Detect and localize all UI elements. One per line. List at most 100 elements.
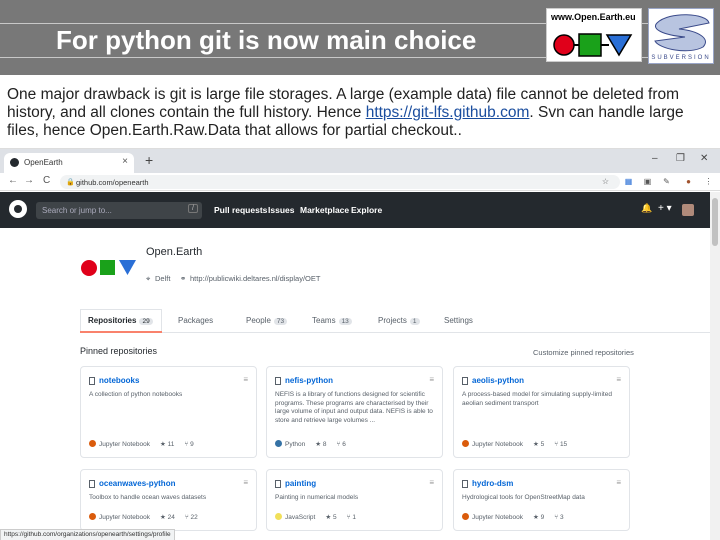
menu-icon[interactable]: ⋮ [703,176,714,187]
org-name: Open.Earth [146,246,203,258]
repo-footer: JavaScript ★ 5 ⑂ 1 [275,513,356,521]
language-dot [462,513,469,520]
star-icon[interactable]: ☆ [600,176,611,187]
tab-teams[interactable]: Teams 13 [312,316,352,325]
tab-settings[interactable]: Settings [444,316,473,325]
page-scrollbar[interactable] [710,192,720,540]
repo-footer: Jupyter Notebook ★ 11 ⑂ 9 [89,440,194,448]
gif-icon[interactable]: ▣ [642,176,653,187]
tab-close-icon[interactable]: × [122,156,128,167]
tab-settings-label: Settings [444,316,473,325]
lock-icon: 🔒 [66,179,75,186]
close-window-icon[interactable]: ✕ [700,153,708,164]
tab-packages[interactable]: Packages [178,316,213,325]
nav-marketplace[interactable]: Marketplace [300,205,349,215]
org-website-link[interactable]: http://publicwiki.deltares.nl/display/OE… [190,274,320,283]
repo-description: Hydrological tools for OpenStreetMap dat… [462,494,585,501]
repo-description: NEFIS is a library of functions designed… [275,391,433,424]
back-icon[interactable]: ← [8,175,18,186]
selected-tab-underline [80,331,162,333]
git-lfs-link[interactable]: https://git-lfs.github.com [366,104,530,121]
star-icon: ★ [532,514,541,521]
tab-projects[interactable]: Projects 1 [378,316,420,325]
subversion-logo-shape [654,14,710,52]
tab-projects-count: 1 [409,318,420,325]
drag-handle-icon[interactable]: ≡ [243,478,248,487]
repo-language: Jupyter Notebook [99,514,150,521]
tab-teams-label: Teams [312,316,336,325]
repo-icon [275,377,281,385]
repo-forks: 9 [190,441,194,448]
repo-footer: Jupyter Notebook ★ 9 ⑂ 3 [462,513,564,521]
intro-paragraph: One major drawback is git is large file … [7,86,707,140]
language-dot [89,513,96,520]
repo-card-oceanwaves-python[interactable]: oceanwaves-python ≡ Toolbox to handle oc… [80,469,257,531]
github-search-input[interactable]: Search or jump to... / [36,202,202,219]
repo-card-nefis-python[interactable]: nefis-python ≡ NEFIS is a library of fun… [266,366,443,458]
bell-icon[interactable]: 🔔 [641,203,652,214]
browser-window: OpenEarth × + – ❐ ✕ ← → C 🔒 github.com/o… [0,148,720,540]
openearth-logo: www.Open.Earth.eu [546,8,642,62]
repo-card-aeolis-python[interactable]: aeolis-python ≡ A process-based model fo… [453,366,630,458]
repo-description: Toolbox to handle ocean waves datasets [89,494,207,501]
search-placeholder: Search or jump to... [42,206,112,215]
tab-people[interactable]: People 73 [246,316,288,325]
tab-repositories-count: 29 [139,318,153,325]
repo-forks: 1 [352,514,356,521]
pencil-icon[interactable]: ✎ [661,176,672,187]
tab-packages-label: Packages [178,316,214,325]
drag-handle-icon[interactable]: ≡ [429,478,434,487]
repo-card-notebooks[interactable]: notebooks ≡ A collection of python noteb… [80,366,257,458]
repo-stars: 24 [167,514,175,521]
tab-teams-count: 13 [338,318,352,325]
browser-tab-openearth[interactable]: OpenEarth × [4,153,134,173]
create-new-icon[interactable]: + ▾ [658,203,672,214]
pinned-repositories-title: Pinned repositories [80,346,158,356]
user-avatar[interactable] [682,204,694,216]
repo-stars: 8 [322,441,327,448]
repo-language: Jupyter Notebook [472,514,523,521]
repo-card-painting[interactable]: painting ≡ Painting in numerical models … [266,469,443,531]
repo-description: A collection of python notebooks [89,391,183,398]
status-bar-url: https://github.com/organizations/openear… [0,529,175,540]
org-avatar-shapes [81,260,136,276]
new-tab-button[interactable]: + [145,152,153,168]
repo-name[interactable]: notebooks [99,376,139,385]
tab-repositories[interactable]: Repositories 29 [88,316,153,325]
repo-name[interactable]: hydro-dsm [472,479,513,488]
repo-name[interactable]: nefis-python [285,376,333,385]
address-bar[interactable]: 🔒 github.com/openearth [60,175,620,189]
repo-language: Jupyter Notebook [99,441,150,448]
repo-footer: Python ★ 8 ⑂ 6 [275,440,346,448]
forward-icon[interactable]: → [24,175,34,186]
drag-handle-icon[interactable]: ≡ [243,375,248,384]
nav-issues[interactable]: Issues [268,205,294,215]
nav-explore[interactable]: Explore [351,205,382,215]
openearth-logo-shapes [553,33,633,57]
repo-icon [89,480,95,488]
nav-pull-requests[interactable]: Pull requests [214,205,267,215]
avatar-icon[interactable]: ● [683,176,694,187]
search-shortcut-key: / [188,204,198,213]
repo-icon [462,377,468,385]
customize-pins-link[interactable]: Customize pinned repositories [533,348,634,357]
windows-icon[interactable]: ▦ [623,176,634,187]
repo-icon [89,377,95,385]
maximize-icon[interactable]: ❐ [676,153,685,164]
repo-forks: 22 [190,514,198,521]
repo-name[interactable]: aeolis-python [472,376,524,385]
github-logo-icon[interactable] [9,200,27,218]
repo-name[interactable]: oceanwaves-python [99,479,175,488]
repo-card-hydro-dsm[interactable]: hydro-dsm ≡ Hydrological tools for OpenS… [453,469,630,531]
reload-icon[interactable]: C [43,175,50,186]
repo-icon [275,480,281,488]
drag-handle-icon[interactable]: ≡ [429,375,434,384]
drag-handle-icon[interactable]: ≡ [616,478,621,487]
repo-name[interactable]: painting [285,479,316,488]
browser-toolbar: ← → C 🔒 github.com/openearth ☆ ▦ ▣ ✎ ● ⋮ [0,173,720,191]
minimize-icon[interactable]: – [652,153,658,164]
scrollbar-thumb[interactable] [712,198,718,246]
repo-footer: Jupyter Notebook ★ 24 ⑂ 22 [89,513,198,521]
drag-handle-icon[interactable]: ≡ [616,375,621,384]
github-favicon-icon [10,158,19,167]
